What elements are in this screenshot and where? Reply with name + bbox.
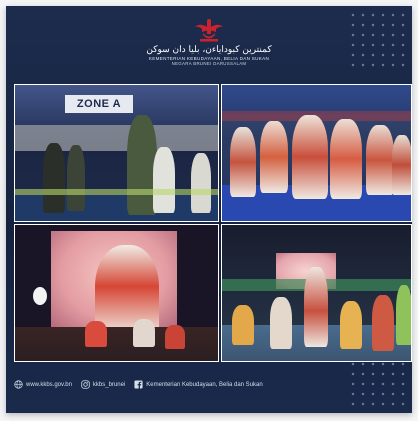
footer: www.kkbs.gov.bn kkbs_brunei Kementerian … xyxy=(6,376,412,398)
zone-sign: ZONE A xyxy=(65,95,133,113)
dancer xyxy=(230,127,256,197)
performer xyxy=(396,285,411,345)
audience xyxy=(15,327,218,361)
social-links: www.kkbs.gov.bn kkbs_brunei Kementerian … xyxy=(14,380,268,389)
photo-dance-formation[interactable] xyxy=(221,84,412,222)
facebook-link[interactable]: Kementerian Kebudayaan, Belia dan Sukan xyxy=(134,380,263,389)
instagram-text: kkbs_brunei xyxy=(92,381,126,388)
performer xyxy=(43,143,65,213)
stadium-wall xyxy=(15,125,218,151)
child-performer xyxy=(133,319,155,347)
facebook-icon xyxy=(134,380,143,389)
performer xyxy=(270,297,292,349)
performer xyxy=(153,147,175,213)
ministry-crest-icon xyxy=(195,19,223,42)
instagram-icon xyxy=(81,380,90,389)
performer xyxy=(304,267,328,347)
performer xyxy=(340,301,362,349)
facebook-text: Kementerian Kebudayaan, Belia dan Sukan xyxy=(146,381,263,388)
stadium-banner xyxy=(15,189,218,195)
dancer xyxy=(260,121,288,193)
dancer xyxy=(392,135,411,195)
website-text: www.kkbs.gov.bn xyxy=(26,381,72,388)
ministry-name-jawi: كمنترين كبوداياءن، بليا دان سوكن xyxy=(146,45,272,55)
dancer xyxy=(292,115,328,199)
child-performer xyxy=(165,325,185,349)
photo-child-performer[interactable] xyxy=(14,224,219,362)
mascot-figure xyxy=(33,287,47,305)
performer xyxy=(372,295,394,351)
performer xyxy=(67,145,85,211)
post-card: كمنترين كبوداياءن، بليا دان سوكن KEMENTE… xyxy=(6,6,412,413)
header: كمنترين كبوداياءن، بليا دان سوكن KEMENTE… xyxy=(6,10,412,80)
performer xyxy=(191,153,211,213)
website-link[interactable]: www.kkbs.gov.bn xyxy=(14,380,72,389)
dancer xyxy=(366,125,394,195)
photo-group-performance[interactable] xyxy=(221,224,412,362)
dancer xyxy=(330,119,362,199)
instagram-link[interactable]: kkbs_brunei xyxy=(81,380,125,389)
photo-performance-zone-a[interactable]: ZONE A xyxy=(14,84,219,222)
performer xyxy=(232,305,254,345)
globe-icon xyxy=(14,380,23,389)
ministry-country: NEGARA BRUNEI DARUSSALAM xyxy=(171,61,247,66)
child-performer xyxy=(85,321,107,347)
